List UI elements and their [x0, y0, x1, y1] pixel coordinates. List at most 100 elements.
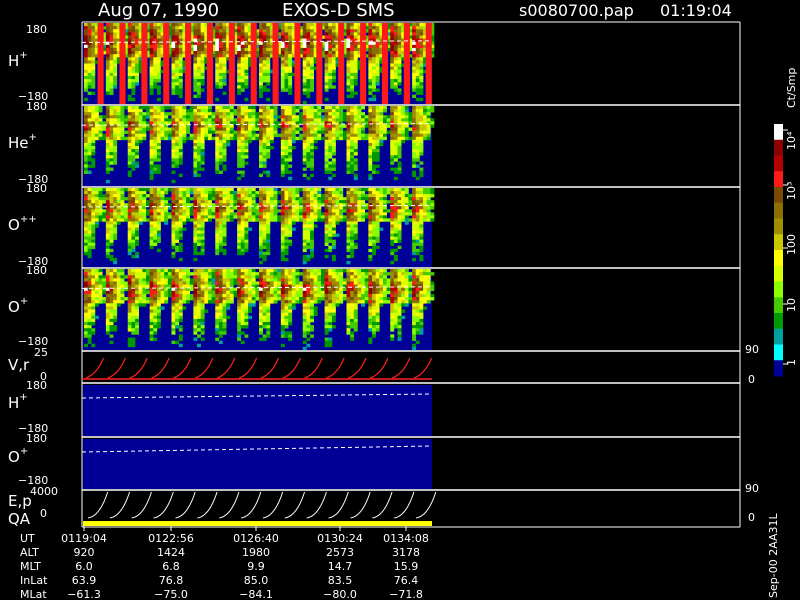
heat-cell — [269, 218, 274, 222]
heat-cell — [237, 242, 242, 247]
heat-cell — [284, 109, 289, 113]
heat-cell — [127, 26, 132, 30]
heat-cell — [145, 109, 150, 113]
heat-cell — [350, 54, 355, 58]
heat-cell — [109, 272, 114, 276]
heat-cell — [375, 209, 380, 213]
heat-cell — [98, 290, 103, 295]
heat-cell — [113, 57, 118, 61]
heat-cell — [288, 47, 293, 52]
heat-cell — [324, 155, 329, 159]
heat-cell — [401, 194, 406, 198]
heat-cell — [390, 23, 395, 27]
heat-cell — [266, 130, 271, 134]
heat-cell — [84, 203, 88, 207]
heat-cell — [175, 60, 180, 64]
heat-cell — [240, 127, 245, 131]
heat-cell — [415, 212, 420, 216]
heat-cell — [109, 290, 114, 295]
heat-cell — [324, 236, 329, 240]
heat-cell — [288, 149, 293, 153]
heat-cell — [218, 32, 223, 36]
heat-cell — [313, 124, 318, 128]
heat-cell — [375, 75, 380, 80]
heat-cell — [171, 79, 176, 83]
heat-cell — [94, 272, 99, 276]
heat-cell — [317, 215, 322, 219]
heat-cell — [182, 209, 187, 213]
heat-cell — [397, 118, 402, 122]
heat-cell — [84, 161, 88, 165]
heat-cell — [259, 26, 263, 30]
heat-cell — [368, 51, 373, 55]
heat-cell — [87, 191, 92, 195]
heat-cell — [215, 85, 220, 89]
heat-cell — [178, 88, 183, 92]
heat-cell — [94, 106, 99, 110]
heat-cell — [102, 281, 107, 285]
heat-cell — [372, 142, 376, 147]
heat-cell — [350, 206, 355, 210]
heat-cell — [197, 60, 201, 64]
heat-cell — [178, 200, 183, 204]
heat-cell — [145, 272, 150, 276]
heat-cell — [87, 248, 92, 253]
heat-cell — [197, 94, 201, 99]
heat-cell — [186, 109, 191, 113]
heat-cell — [350, 227, 355, 231]
heat-cell — [266, 29, 271, 33]
heat-cell — [98, 127, 103, 131]
heat-cell — [193, 139, 198, 144]
heat-cell — [397, 170, 402, 174]
heat-cell — [313, 212, 318, 216]
heat-column — [294, 23, 301, 104]
heat-cell — [222, 194, 227, 198]
heat-cell — [109, 69, 114, 74]
heat-cell — [204, 112, 209, 116]
header-date: Aug 07, 1990 — [98, 0, 219, 21]
heat-cell — [248, 227, 253, 231]
heat-cell — [160, 109, 165, 113]
heat-cell — [113, 200, 118, 204]
heat-cell — [357, 191, 362, 195]
heat-cell — [404, 112, 409, 116]
heat-cell — [178, 79, 183, 83]
heat-cell — [211, 212, 216, 216]
heat-cell — [259, 194, 263, 198]
heat-cell — [248, 139, 253, 144]
heat-cell — [353, 91, 358, 95]
heat-cell — [237, 200, 242, 204]
heat-cell — [91, 278, 96, 282]
heat-cell — [127, 242, 132, 247]
heat-cell — [335, 209, 340, 213]
heat-cell — [87, 57, 92, 61]
heat-cell — [244, 57, 249, 61]
heat-cell — [335, 106, 340, 110]
heat-cell — [98, 194, 103, 198]
heat-cell — [244, 47, 249, 52]
heat-cell — [237, 136, 242, 141]
heat-cell — [156, 152, 161, 156]
heat-cell — [237, 133, 242, 138]
heat-cell — [350, 152, 355, 156]
heat-cell — [350, 146, 355, 150]
heat-cell — [364, 194, 369, 198]
heat-cell — [175, 130, 180, 134]
heat-cell — [138, 278, 143, 282]
heat-cell — [109, 63, 114, 67]
heat-cell — [328, 245, 333, 250]
heat-cell — [262, 146, 267, 150]
heat-cell — [171, 109, 176, 113]
heat-cell — [193, 127, 198, 131]
heat-cell — [171, 118, 176, 122]
heat-cell — [324, 149, 329, 153]
heat-cell — [412, 224, 417, 228]
heat-cell — [288, 124, 293, 128]
heat-cell — [397, 69, 402, 74]
heat-cell — [346, 82, 351, 86]
heat-cell — [113, 224, 118, 228]
heat-cell — [218, 69, 223, 74]
heat-cell — [244, 245, 249, 250]
heat-cell — [324, 109, 329, 113]
heat-cell — [306, 106, 311, 110]
